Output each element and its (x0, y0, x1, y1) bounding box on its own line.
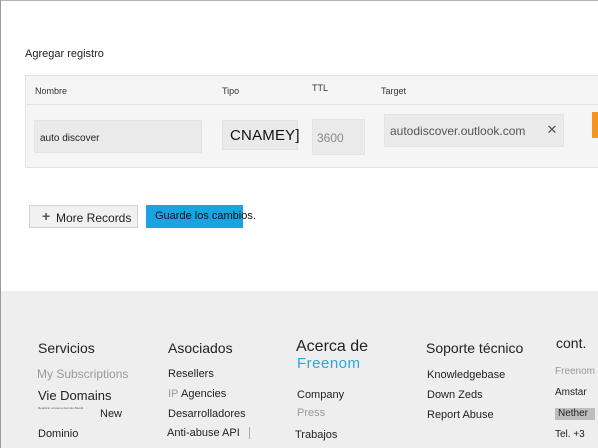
column-header-name: Nombre (35, 86, 68, 96)
footer-text-phone[interactable]: Tel. +3 (555, 429, 585, 440)
record-ttl-input[interactable]: 3600 (312, 119, 365, 155)
footer-link-downtime[interactable]: Down Zeds (427, 389, 483, 401)
footer-link-resellers[interactable]: Resellers (168, 368, 214, 380)
footer-heading-support: Soporte técnico (426, 340, 524, 356)
footer-fine-print: Registrar unnuevo dominio Bandit (38, 406, 84, 410)
footer-link-company[interactable]: Company (297, 389, 344, 401)
footer-link-anti-abuse-api[interactable]: Anti-abuse API (167, 427, 240, 439)
clear-target-icon[interactable]: ✕ (545, 123, 559, 137)
footer-link-developers[interactable]: Desarrolladores (168, 408, 246, 420)
more-records-label: More Records (56, 211, 132, 225)
footer-badge-nether: Nether (555, 408, 595, 420)
footer-divider (249, 427, 250, 439)
records-table: Nombre Tipo TTL Target auto discover CNA… (25, 75, 598, 168)
footer-link-dominio[interactable]: Dominio (38, 428, 78, 440)
footer-link-my-subscriptions[interactable]: My Subscriptions (37, 367, 128, 381)
plus-icon: + (42, 208, 51, 224)
footer-link-knowledgebase[interactable]: Knowledgebase (427, 369, 505, 381)
section-title: Agregar registro (25, 48, 104, 60)
save-changes-label[interactable]: Guarde los cambios. (155, 210, 256, 222)
more-records-button[interactable]: + More Records (29, 205, 138, 228)
footer-brand-freenom[interactable]: Freenom (297, 355, 361, 372)
footer-link-press[interactable]: Press (297, 407, 325, 419)
column-header-ttl: TTL (312, 83, 329, 93)
footer-link-domains[interactable]: Vie Domains (38, 388, 111, 403)
site-footer: Servicios My Subscriptions Vie Domains R… (1, 291, 598, 448)
record-type-select[interactable]: CNAMEY] (222, 120, 300, 150)
footer-text-freenom: Freenom (555, 366, 596, 377)
add-record-panel: Agregar registro Nombre Tipo TTL Target … (1, 1, 598, 291)
records-table-header: Nombre Tipo TTL Target (26, 76, 598, 105)
footer-heading-about: Acerca de (296, 338, 369, 355)
footer-heading-partners: Asociados (168, 340, 233, 356)
footer-link-report-abuse[interactable]: Report Abuse (427, 409, 494, 421)
record-target-input[interactable]: autodiscover.outlook.com (384, 114, 564, 147)
record-name-input[interactable]: auto discover (34, 120, 202, 153)
footer-link-ip[interactable]: IP (168, 388, 178, 400)
column-header-type: Tipo (222, 86, 240, 96)
footer-link-agencies[interactable]: Agencies (181, 388, 226, 400)
footer-heading-contact: cont. (556, 335, 587, 351)
orange-action-edge[interactable] (592, 112, 598, 138)
footer-text-amstar: Amstar (555, 387, 587, 398)
column-header-target: Target (381, 86, 407, 96)
footer-link-new[interactable]: New (100, 408, 122, 420)
footer-link-jobs[interactable]: Trabajos (295, 429, 337, 441)
footer-heading-services: Servicios (38, 340, 95, 356)
